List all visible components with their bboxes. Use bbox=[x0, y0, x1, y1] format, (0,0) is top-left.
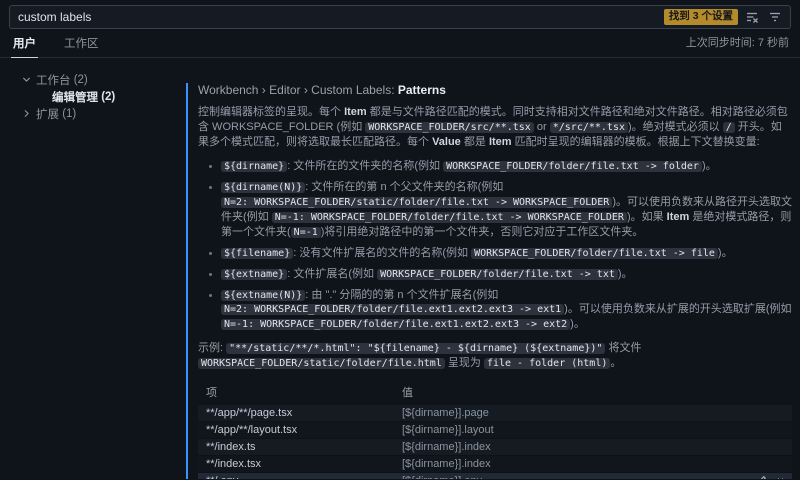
value-cell: [${dirname}].env bbox=[402, 475, 755, 479]
settings-toc: 工作台 (2) 编辑管理 (2) 扩展 (1) bbox=[0, 58, 186, 479]
toc-item-editor-management[interactable]: 编辑管理 (2) bbox=[0, 88, 186, 105]
pattern-cell: **/app/**/page.tsx bbox=[206, 407, 402, 419]
setting-breadcrumb: Workbench › Editor › Custom Labels: bbox=[198, 83, 398, 97]
patterns-table: 项 值 **/app/**/page.tsx [${dirname}].page… bbox=[198, 381, 792, 479]
table-body: **/app/**/page.tsx [${dirname}].page **/… bbox=[198, 405, 792, 479]
value-cell: [${dirname}].page bbox=[402, 407, 784, 419]
value-cell: [${dirname}].index bbox=[402, 458, 784, 470]
edit-row-icon[interactable] bbox=[755, 474, 767, 479]
variable-item-dirname: ${dirname}: 文件所在的文件夹的名称(例如 WORKSPACE_FOL… bbox=[221, 159, 792, 174]
setting-custom-labels-patterns: Workbench › Editor › Custom Labels: Patt… bbox=[186, 83, 792, 479]
pattern-cell: **/index.tsx bbox=[206, 458, 402, 470]
table-header: 项 值 bbox=[198, 381, 792, 405]
toc-item-extensions[interactable]: 扩展 (1) bbox=[0, 105, 186, 122]
setting-description: 控制编辑器标签的呈现。每个 Item 都是与文件路径匹配的模式。同时支持相对文件… bbox=[198, 105, 792, 150]
variable-item-extname-n: ${extname(N)}: 由 "." 分隔的的第 n 个文件扩展名(例如 N… bbox=[221, 288, 792, 333]
variable-list: ${dirname}: 文件所在的文件夹的名称(例如 WORKSPACE_FOL… bbox=[198, 159, 792, 333]
variable-item-dirname-n: ${dirname(N)}: 文件所在的第 n 个父文件夹的名称(例如 N=2:… bbox=[221, 180, 792, 240]
table-row[interactable]: **/app/**/layout.tsx [${dirname}].layout bbox=[198, 422, 792, 439]
chevron-right-icon bbox=[21, 108, 36, 119]
table-row[interactable]: **/app/**/page.tsx [${dirname}].page bbox=[198, 405, 792, 422]
setting-title: Workbench › Editor › Custom Labels: Patt… bbox=[198, 83, 792, 97]
search-input[interactable] bbox=[16, 10, 664, 24]
tab-workspace[interactable]: 工作区 bbox=[62, 31, 101, 57]
toc-item-workbench[interactable]: 工作台 (2) bbox=[0, 71, 186, 88]
settings-list: Workbench › Editor › Custom Labels: Patt… bbox=[186, 58, 800, 479]
variable-item-extname: ${extname}: 文件扩展名(例如 WORKSPACE_FOLDER/fo… bbox=[221, 267, 792, 282]
settings-scope-tabs: 用户 工作区 上次同步时间: 7 秒前 bbox=[0, 33, 800, 58]
toc-label: 扩展 bbox=[36, 106, 59, 122]
variable-item-filename: ${filename}: 没有文件扩展名的文件的名称(例如 WORKSPACE_… bbox=[221, 246, 792, 261]
clear-search-icon[interactable] bbox=[743, 8, 761, 26]
table-row[interactable]: **/index.tsx [${dirname}].index bbox=[198, 456, 792, 473]
setting-name: Patterns bbox=[398, 83, 446, 97]
pattern-cell: **/.env bbox=[206, 475, 402, 479]
tab-user[interactable]: 用户 bbox=[11, 31, 38, 58]
toc-label: 工作台 bbox=[36, 72, 71, 88]
filter-icon[interactable] bbox=[766, 8, 784, 26]
toc-count: (1) bbox=[62, 108, 76, 120]
last-sync-status: 上次同步时间: 7 秒前 bbox=[686, 34, 789, 57]
chevron-down-icon bbox=[21, 74, 36, 85]
pattern-cell: **/app/**/layout.tsx bbox=[206, 424, 402, 436]
toc-count: (2) bbox=[101, 91, 115, 103]
toc-label: 编辑管理 bbox=[52, 89, 98, 105]
value-cell: [${dirname}].index bbox=[402, 441, 784, 453]
pattern-cell: **/index.ts bbox=[206, 441, 402, 453]
column-header-value: 值 bbox=[402, 384, 784, 400]
setting-example: 示例: "**/static/**/*.html": "${filename} … bbox=[198, 341, 792, 371]
table-row[interactable]: **/.env [${dirname}].env × bbox=[198, 473, 792, 479]
results-count-badge: 找到 3 个设置 bbox=[664, 9, 738, 25]
settings-search-bar: 找到 3 个设置 bbox=[0, 0, 800, 33]
remove-row-icon[interactable]: × bbox=[777, 475, 784, 479]
toc-count: (2) bbox=[74, 74, 88, 86]
table-row[interactable]: **/index.ts [${dirname}].index bbox=[198, 439, 792, 456]
value-cell: [${dirname}].layout bbox=[402, 424, 784, 436]
column-header-item: 项 bbox=[206, 384, 402, 400]
search-box[interactable]: 找到 3 个设置 bbox=[9, 5, 791, 29]
